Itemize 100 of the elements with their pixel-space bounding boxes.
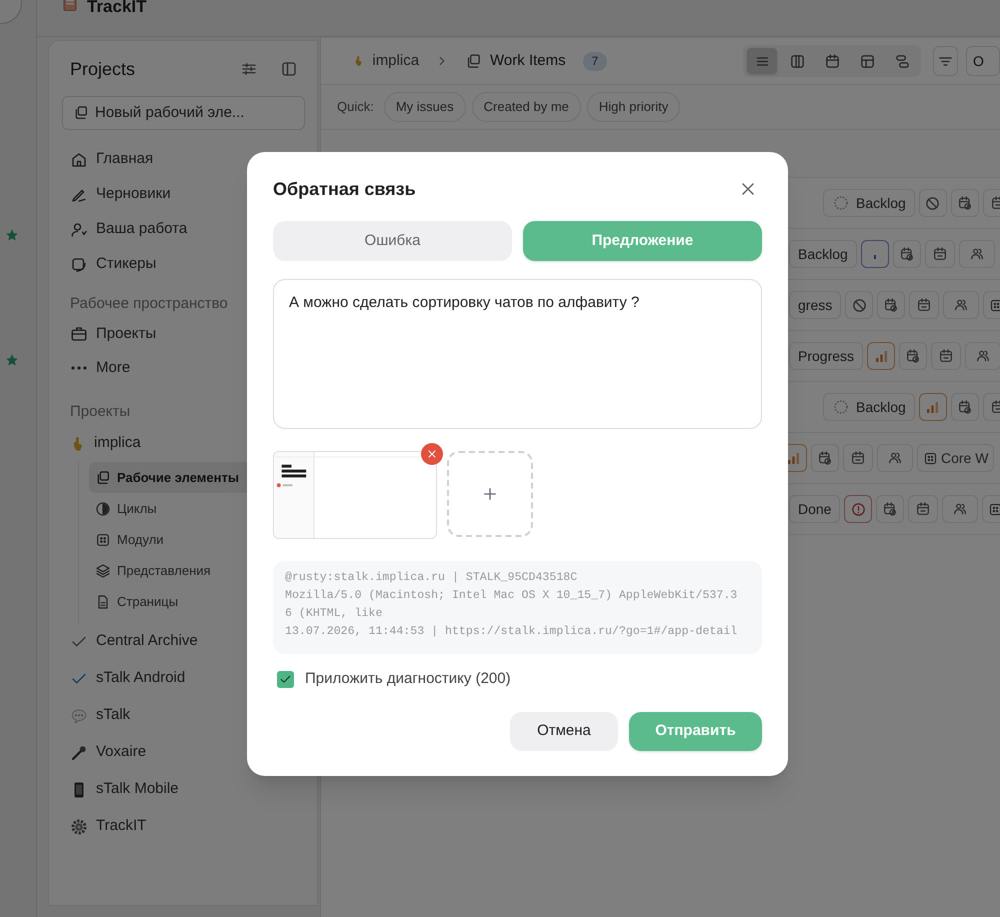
- state-chip[interactable]: Backlog: [789, 240, 857, 268]
- user-icon: [70, 220, 88, 238]
- new-item-button[interactable]: Новый рабочий эле...: [62, 96, 305, 130]
- grid-icon: [923, 450, 938, 466]
- sidebar-toggle-button[interactable]: [280, 60, 298, 78]
- due-date-button[interactable]: [924, 240, 955, 268]
- state-chip[interactable]: gress: [789, 291, 842, 319]
- speech-bubble-icon: [70, 706, 88, 724]
- columns-icon: [788, 52, 806, 70]
- priority-chip[interactable]: [867, 342, 896, 370]
- state-chip[interactable]: Backlog: [823, 189, 915, 217]
- assignee-button[interactable]: [943, 291, 980, 319]
- ban-icon: [924, 194, 942, 212]
- project-subitem[interactable]: Циклы: [89, 493, 304, 524]
- remove-attachment-button[interactable]: [421, 443, 443, 465]
- cancel-button[interactable]: Отмена: [510, 712, 618, 750]
- microphone-icon: [70, 744, 88, 762]
- app-title: TrackIT: [87, 0, 147, 17]
- due-date-button[interactable]: [909, 291, 940, 319]
- people-icon: [953, 297, 970, 313]
- state-chip[interactable]: Backlog: [823, 393, 915, 421]
- calendar-icon: [824, 52, 841, 70]
- assignee-button[interactable]: [942, 495, 978, 523]
- people-icon: [975, 348, 992, 364]
- message-field[interactable]: А можно сделать сортировку чатов по алфавиту ?: [273, 279, 762, 429]
- start-date-button[interactable]: [950, 189, 979, 217]
- sliders-icon: [240, 60, 258, 78]
- sticker-icon: [70, 256, 88, 274]
- diagnostics-line: @rusty:stalk.implica.ru | STALK_95CD43518C: [285, 570, 578, 586]
- project-item[interactable]: sTalk Mobile: [62, 771, 304, 808]
- quick-filter-chip[interactable]: Created by me: [472, 92, 581, 122]
- priority-chip[interactable]: [844, 495, 872, 523]
- assignee-button[interactable]: [965, 342, 1000, 370]
- close-icon: [426, 448, 438, 460]
- ban-icon: [850, 296, 868, 314]
- calendar-clock-icon: [883, 297, 900, 313]
- breadcrumb-link[interactable]: implica: [372, 50, 420, 72]
- new-item-icon: [73, 105, 89, 121]
- grid-icon: [988, 502, 1000, 516]
- start-date-button[interactable]: [899, 342, 928, 370]
- start-date-button[interactable]: [811, 444, 839, 472]
- calendar-icon: [938, 348, 954, 364]
- type-tab[interactable]: Предложение: [523, 221, 762, 261]
- project-item[interactable]: sTalk: [62, 697, 304, 734]
- people-icon: [952, 501, 968, 517]
- project-item[interactable]: sTalk Android: [62, 660, 304, 697]
- dots-icon: [71, 366, 87, 370]
- section-label: Рабочее пространство: [70, 294, 228, 314]
- layout-button[interactable]: [747, 48, 778, 74]
- calendar-icon: [916, 297, 932, 313]
- people-icon: [887, 450, 903, 466]
- assignee-button[interactable]: [877, 444, 913, 472]
- calendar-clock-icon: [905, 348, 922, 364]
- priority-chip[interactable]: [860, 240, 889, 268]
- project-item[interactable]: TrackIT: [62, 808, 304, 845]
- backlog-icon: [832, 398, 850, 416]
- plus-icon: [481, 485, 499, 503]
- quick-filter-chip[interactable]: High priority: [586, 92, 680, 122]
- filter-button[interactable]: [933, 46, 958, 76]
- alert-icon: [850, 500, 867, 518]
- module-chip[interactable]: Core W: [917, 444, 994, 472]
- breadcrumb-current: Work Items: [490, 50, 566, 71]
- state-chip[interactable]: Progress: [789, 342, 864, 370]
- type-tab[interactable]: Ошибка: [273, 221, 512, 261]
- due-date-button[interactable]: [908, 495, 938, 523]
- calendar-icon: [850, 450, 866, 466]
- priority-chip[interactable]: [918, 393, 947, 421]
- home-icon: [70, 150, 88, 168]
- start-date-button[interactable]: [892, 240, 921, 268]
- section-label: Проекты: [70, 402, 130, 422]
- quick-label: Quick:: [337, 98, 374, 116]
- calendar-clock-icon: [817, 450, 833, 466]
- nav-item[interactable]: Главная: [62, 142, 304, 177]
- send-button[interactable]: Отправить: [629, 712, 762, 750]
- due-date-button[interactable]: [843, 444, 873, 472]
- cycle-icon: [95, 500, 111, 516]
- assignee-button[interactable]: [958, 240, 995, 268]
- due-date-button[interactable]: [931, 342, 962, 370]
- start-date-button[interactable]: [877, 291, 906, 319]
- display-button[interactable]: O: [966, 46, 1000, 76]
- quick-filter-chip[interactable]: My issues: [384, 92, 466, 122]
- project-subitem[interactable]: Модули: [89, 524, 304, 555]
- panel-icon: [280, 60, 298, 78]
- diagnostics-line: 6 (KHTML, like: [285, 606, 384, 622]
- work-items-icon: [95, 470, 111, 486]
- state-chip[interactable]: Done: [789, 495, 840, 523]
- timeline-icon: [894, 52, 911, 70]
- table-icon: [858, 52, 876, 70]
- diagnostics-checkbox[interactable]: [277, 670, 294, 688]
- grid-icon: [989, 298, 1000, 312]
- start-date-button[interactable]: [950, 393, 979, 421]
- calendar-clock-icon: [882, 501, 898, 517]
- filter-button[interactable]: [240, 60, 258, 78]
- star-icon: [5, 228, 19, 242]
- diagnostics-line: Mozilla/5.0 (Macintosh; Intel Mac OS X 10_15_7) AppleWebKit/537.3: [285, 588, 738, 604]
- start-date-button[interactable]: [876, 495, 904, 523]
- backlog-icon: [832, 194, 850, 212]
- sidebar-title: Projects: [70, 58, 136, 81]
- project-item[interactable]: Voxaire: [62, 734, 304, 771]
- diagnostics-line: 13.07.2026, 11:44:53 | https://stalk.implica.ru/?go=1#/app-detail: [285, 624, 738, 640]
